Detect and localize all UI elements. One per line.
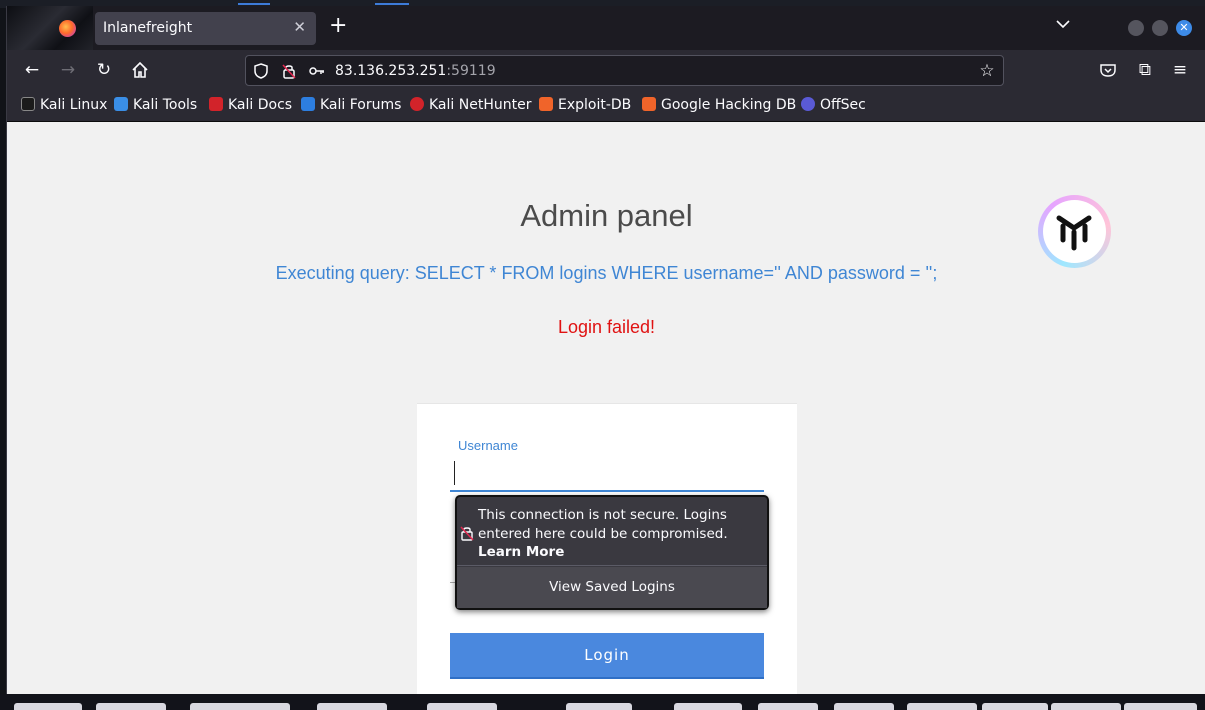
tab-title: Inlanefreight (103, 20, 193, 36)
bookmark-exploit-db[interactable]: Exploit-DB (539, 97, 631, 113)
insecure-lock-icon (460, 526, 474, 541)
bookmark-label: Kali Linux (40, 97, 108, 113)
taskbar-item[interactable] (674, 703, 742, 710)
kali-docs-icon (209, 97, 223, 111)
exploit-db-icon (539, 97, 553, 111)
bookmark-kali-linux[interactable]: Kali Linux (21, 97, 107, 113)
home-icon[interactable] (130, 60, 150, 80)
bookmark-kali-docs[interactable]: Kali Docs (209, 97, 292, 113)
bookmark-label: OffSec (820, 97, 866, 113)
bookmark-label: Google Hacking DB (661, 97, 797, 113)
offsec-icon (801, 97, 815, 111)
taskbar-item[interactable] (14, 703, 82, 710)
bookmarks-toolbar: Kali Linux Kali Tools Kali Docs Kali For… (7, 90, 1205, 122)
insecure-lock-icon[interactable] (280, 62, 298, 80)
bookmark-kali-tools[interactable]: Kali Tools (114, 97, 197, 113)
insecure-warning-text: This connection is not secure. Logins en… (478, 507, 728, 542)
bookmark-star-icon[interactable]: ☆ (978, 62, 996, 80)
taskbar-item[interactable] (566, 703, 632, 710)
url-bar[interactable]: 83.136.253.251:59119 ☆ (245, 55, 1004, 86)
firefox-icon[interactable] (59, 20, 76, 37)
insecure-login-warning-popup: This connection is not secure. Logins en… (455, 495, 769, 610)
hamburger-menu-icon[interactable]: ≡ (1170, 60, 1190, 80)
close-window-button[interactable]: ✕ (1176, 20, 1192, 36)
taskbar-item[interactable] (1051, 703, 1121, 710)
forward-arrow-icon[interactable]: → (58, 60, 78, 80)
popup-divider (457, 565, 767, 566)
desktop-indicator (238, 3, 270, 5)
maximize-window-button[interactable] (1152, 20, 1168, 36)
logo-glyph-icon (1056, 215, 1092, 251)
bookmark-label: Kali NetHunter (429, 97, 532, 113)
kali-dragon-icon (21, 97, 35, 111)
taskbar-item[interactable] (758, 703, 818, 710)
pocket-icon[interactable] (1098, 60, 1118, 80)
view-saved-logins-button[interactable]: View Saved Logins (457, 567, 767, 608)
text-caret (454, 461, 455, 485)
taskbar-item[interactable] (1124, 703, 1197, 710)
username-input[interactable] (450, 456, 764, 492)
page-title: Admin panel (520, 198, 693, 233)
desktop-indicator (375, 3, 409, 5)
chevron-down-icon[interactable] (1055, 16, 1071, 32)
username-label: Username (458, 438, 518, 453)
sql-query-text: Executing query: SELECT * FROM logins WH… (275, 263, 938, 283)
bookmark-kali-nethunter[interactable]: Kali NetHunter (410, 97, 531, 113)
taskbar-item[interactable] (96, 703, 166, 710)
taskbar-item[interactable] (982, 703, 1048, 710)
bookmark-google-hacking-db[interactable]: Google Hacking DB (642, 97, 796, 113)
browser-window: Inlanefreight ✕ + ✕ ← → ↻ 83.136.253.251… (6, 6, 1205, 694)
tab-active[interactable]: Inlanefreight ✕ (95, 12, 316, 45)
kali-nethunter-icon (410, 97, 424, 111)
taskbar (0, 694, 1205, 710)
site-logo-inner (1043, 200, 1106, 263)
reload-icon[interactable]: ↻ (94, 60, 114, 80)
url-port: :59119 (446, 63, 496, 79)
tab-strip-wallpaper (7, 6, 93, 50)
back-arrow-icon[interactable]: ← (22, 60, 42, 80)
site-logo (1038, 195, 1111, 268)
taskbar-item[interactable] (834, 703, 894, 710)
bookmark-label: Kali Tools (133, 97, 198, 113)
bookmark-kali-forums[interactable]: Kali Forums (301, 97, 401, 113)
login-button[interactable]: Login (450, 633, 764, 679)
bookmark-label: Exploit-DB (558, 97, 632, 113)
url-host: 83.136.253.251 (335, 63, 447, 79)
google-hacking-db-icon (642, 97, 656, 111)
login-failed-message: Login failed! (557, 317, 656, 337)
taskbar-item[interactable] (317, 703, 387, 710)
navigation-toolbar: ← → ↻ 83.136.253.251:59119 ☆ ⧉ ≡ (7, 50, 1205, 90)
tab-strip: Inlanefreight ✕ + ✕ (7, 6, 1205, 50)
taskbar-item[interactable] (190, 703, 290, 710)
new-tab-icon[interactable]: + (329, 15, 347, 37)
kali-forums-icon (301, 97, 315, 111)
bookmark-label: Kali Docs (228, 97, 293, 113)
minimize-window-button[interactable] (1128, 20, 1144, 36)
kali-tools-icon (114, 97, 128, 111)
taskbar-item[interactable] (907, 703, 977, 710)
url-text[interactable]: 83.136.253.251:59119 (335, 63, 496, 79)
learn-more-link[interactable]: Learn More (478, 544, 564, 560)
key-icon[interactable] (308, 62, 326, 80)
extensions-puzzle-icon[interactable]: ⧉ (1135, 60, 1155, 80)
tab-close-icon[interactable]: ✕ (293, 18, 306, 36)
taskbar-item[interactable] (427, 703, 497, 710)
bookmark-offsec[interactable]: OffSec (801, 97, 866, 113)
bookmark-label: Kali Forums (320, 97, 402, 113)
shield-icon[interactable] (252, 62, 270, 80)
